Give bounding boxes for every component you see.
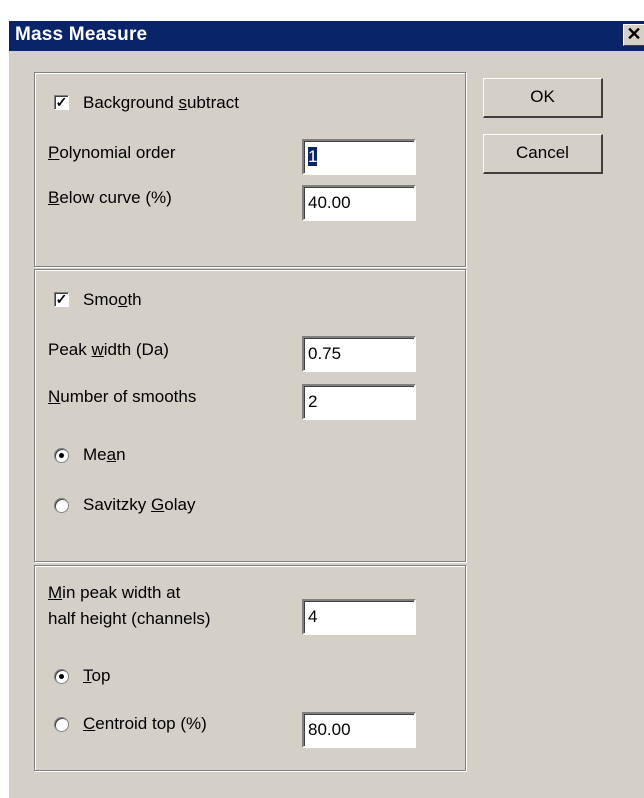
polynomial-order-label: Polynomial order	[48, 143, 176, 162]
mass-measure-dialog: Mass Measure ✕ OK Cancel ✓ Background su…	[8, 20, 644, 798]
mean-label[interactable]: Mean	[83, 445, 126, 465]
dialog-title: Mass Measure	[15, 24, 148, 45]
mean-radio[interactable]	[54, 448, 69, 463]
top-radio[interactable]	[54, 669, 69, 684]
smooth-group: ✓ Smooth Peak width (Da) 0.75 Number of …	[34, 269, 466, 562]
peak-width-field[interactable]: 0.75	[302, 336, 416, 372]
background-subtract-label[interactable]: Background subtract	[83, 93, 239, 113]
savitzky-golay-radio[interactable]	[54, 498, 69, 513]
below-curve-field[interactable]: 40.00	[302, 185, 416, 221]
peak-group: Min peak width at half height (channels) …	[34, 565, 466, 771]
number-of-smooths-label: Number of smooths	[48, 387, 197, 406]
polynomial-order-field[interactable]: 1	[302, 139, 416, 175]
ok-button[interactable]: OK	[483, 78, 603, 118]
close-icon: ✕	[626, 24, 642, 44]
background-subtract-group: ✓ Background subtract Polynomial order 1…	[34, 72, 466, 267]
title-bar: Mass Measure ✕	[9, 21, 644, 51]
savitzky-golay-label[interactable]: Savitzky Golay	[83, 495, 195, 515]
smooth-label[interactable]: Smooth	[83, 290, 142, 310]
centroid-top-field[interactable]: 80.00	[302, 712, 416, 748]
below-curve-label: Below curve (%)	[48, 188, 172, 207]
min-peak-width-field[interactable]: 4	[302, 599, 416, 635]
close-button[interactable]: ✕	[623, 24, 644, 46]
cancel-button[interactable]: Cancel	[483, 134, 603, 174]
number-of-smooths-field[interactable]: 2	[302, 384, 416, 420]
centroid-top-radio[interactable]	[54, 717, 69, 732]
centroid-top-label[interactable]: Centroid top (%)	[83, 714, 207, 734]
smooth-checkbox[interactable]: ✓	[54, 292, 69, 307]
background-subtract-checkbox[interactable]: ✓	[54, 95, 69, 110]
peak-width-label: Peak width (Da)	[48, 340, 169, 359]
top-label[interactable]: Top	[83, 666, 110, 686]
min-peak-width-label: Min peak width at half height (channels)	[48, 583, 211, 628]
